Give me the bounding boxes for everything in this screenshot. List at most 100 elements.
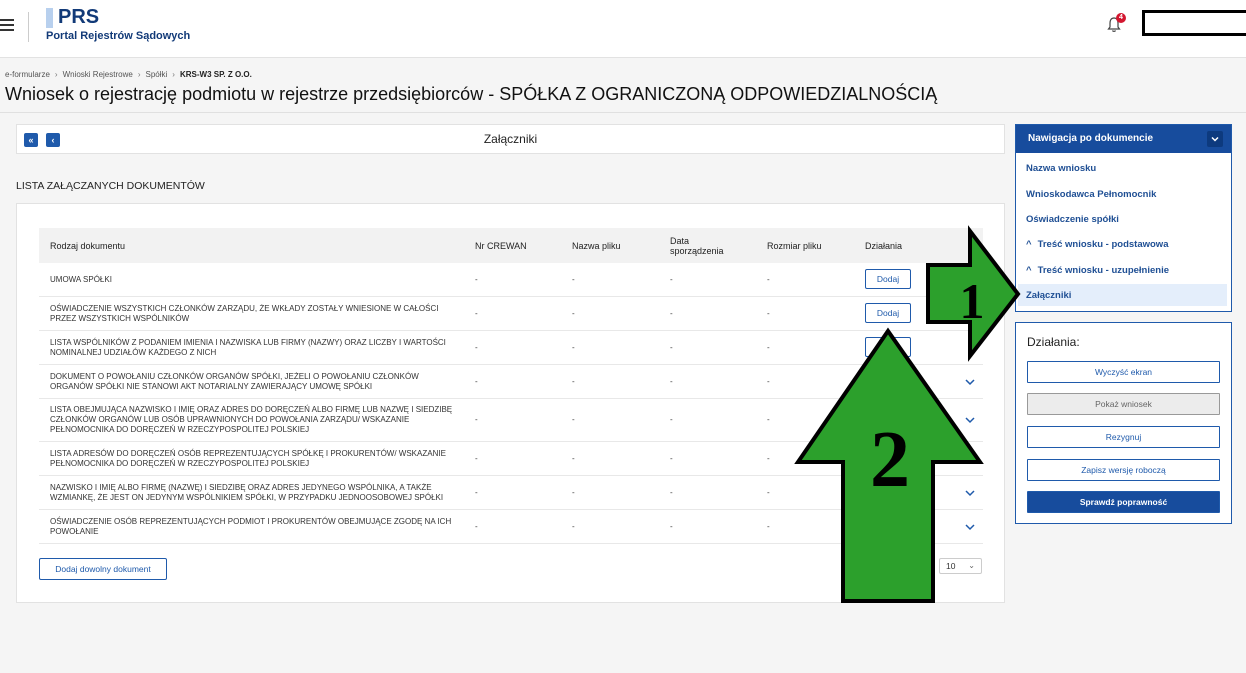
- file-name-cell: -: [572, 376, 575, 386]
- chevron-up-icon: ^: [1026, 265, 1032, 276]
- size-cell: -: [767, 487, 770, 497]
- breadcrumb-item[interactable]: Wnioski Rejestrowe: [63, 70, 133, 79]
- page-size-select[interactable]: 10 ⌄: [939, 558, 982, 574]
- chevron-down-icon[interactable]: [964, 487, 976, 499]
- section-header: « ‹ Załączniki: [16, 124, 1005, 154]
- column-header: Działania: [865, 240, 903, 251]
- notification-badge: 4: [1116, 13, 1126, 23]
- show-application-button[interactable]: Pokaż wniosek: [1027, 393, 1220, 415]
- chevron-down-icon[interactable]: [964, 414, 976, 426]
- size-cell: -: [767, 521, 770, 531]
- cancel-button[interactable]: Rezygnuj: [1027, 426, 1220, 448]
- nav-item-tresc-uzupelnienie[interactable]: ^ Treść wniosku - uzupełnienie: [1018, 259, 1227, 281]
- crewan-cell: -: [475, 376, 478, 386]
- logo-mark: [46, 8, 53, 28]
- table-row: OŚWIADCZENIE WSZYSTKICH CZŁONKÓW ZARZĄDU…: [39, 297, 983, 331]
- chevron-down-icon[interactable]: [964, 453, 976, 465]
- nav-item-zalaczniki[interactable]: Załączniki: [1018, 284, 1227, 306]
- documents-table-card: Rodzaj dokumentu Nr CREWAN Nazwa pliku D…: [16, 203, 1005, 603]
- date-cell: -: [670, 376, 673, 386]
- add-document-button[interactable]: Dodaj: [865, 303, 911, 323]
- document-type: NAZWISKO I IMIĘ ALBO FIRMĘ (NAZWĘ) I SIE…: [50, 482, 444, 502]
- size-cell: -: [767, 415, 770, 424]
- table-row: LISTA ADRESÓW DO DORĘCZEŃ OSÓB REPREZENT…: [39, 442, 983, 476]
- table-row: UMOWA SPÓŁKI - - - - Dodaj: [39, 263, 983, 297]
- file-name-cell: -: [572, 453, 575, 463]
- crewan-cell: -: [475, 487, 478, 497]
- size-cell: -: [767, 274, 770, 284]
- clear-screen-button[interactable]: Wyczyść ekran: [1027, 361, 1220, 383]
- nav-item-label: Treść wniosku - podstawowa: [1037, 239, 1169, 250]
- page-size-value: 10: [946, 561, 956, 571]
- add-document-button[interactable]: Dodaj: [865, 337, 911, 357]
- date-cell: -: [670, 487, 673, 497]
- add-document-button[interactable]: Dodaj: [865, 269, 911, 289]
- chevron-down-icon: ⌄: [968, 561, 975, 570]
- document-type: LISTA WSPÓLNIKÓW Z PODANIEM IMIENIA I NA…: [50, 337, 446, 357]
- crewan-cell: -: [475, 521, 478, 531]
- actions-title: Działania:: [1027, 335, 1080, 349]
- column-header: Nr CREWAN: [475, 240, 527, 251]
- document-type: OŚWIADCZENIE OSÓB REPREZENTUJĄCYCH PODMI…: [50, 516, 452, 536]
- table-header: Rodzaj dokumentu Nr CREWAN Nazwa pliku D…: [39, 228, 983, 263]
- date-cell: -: [670, 342, 673, 352]
- date-cell: -: [670, 453, 673, 463]
- top-bar: PRS Portal Rejestrów Sądowych 4: [0, 0, 1246, 58]
- document-type: DOKUMENT O POWOŁANIU CZŁONKÓW ORGANÓW SP…: [50, 371, 419, 391]
- nav-item-label: Treść wniosku - uzupełnienie: [1037, 265, 1170, 276]
- section-title: Załączniki: [483, 132, 538, 146]
- nav-panel-title: Nawigacja po dokumencie: [1028, 133, 1154, 144]
- size-cell: -: [767, 342, 770, 352]
- date-cell: -: [670, 274, 673, 284]
- divider: [0, 112, 1246, 113]
- nav-item-nazwa-wniosku[interactable]: Nazwa wniosku: [1018, 157, 1227, 179]
- chevron-down-icon[interactable]: [1207, 131, 1223, 147]
- nav-item-wnioskodawca[interactable]: Wnioskodawca Pełnomocnik: [1018, 183, 1227, 205]
- hamburger-menu-icon[interactable]: [0, 19, 14, 33]
- file-name-cell: -: [572, 521, 575, 531]
- file-name-cell: -: [572, 487, 575, 497]
- date-cell: -: [670, 521, 673, 531]
- document-type: UMOWA SPÓŁKI: [50, 274, 112, 284]
- file-name-cell: -: [572, 308, 575, 318]
- document-type: LISTA OBEJMUJĄCA NAZWISKO I IMIĘ ORAZ AD…: [50, 405, 453, 434]
- add-any-document-button[interactable]: Dodaj dowolny dokument: [39, 558, 167, 580]
- save-draft-button[interactable]: Zapisz wersję roboczą: [1027, 459, 1220, 481]
- breadcrumb-item[interactable]: e-formularze: [5, 70, 50, 79]
- table-row: LISTA OBEJMUJĄCA NAZWISKO I IMIĘ ORAZ AD…: [39, 399, 983, 442]
- divider: [28, 12, 29, 42]
- table-row: LISTA WSPÓLNIKÓW Z PODANIEM IMIENIA I NA…: [39, 331, 983, 365]
- nav-item-oswiadczenie[interactable]: Oświadczenie spółki: [1018, 208, 1227, 230]
- size-cell: -: [767, 376, 770, 386]
- page-title: Wniosek o rejestrację podmiotu w rejestr…: [5, 84, 938, 104]
- table-row: OŚWIADCZENIE OSÓB REPREZENTUJĄCYCH PODMI…: [39, 510, 983, 544]
- crewan-cell: -: [475, 274, 478, 284]
- crewan-cell: -: [475, 308, 478, 318]
- nav-panel-header[interactable]: Nawigacja po dokumencie: [1016, 125, 1231, 153]
- column-header: Rozmiar pliku: [767, 240, 822, 251]
- date-cell: -: [670, 415, 673, 424]
- crewan-cell: -: [475, 453, 478, 463]
- date-cell: -: [670, 308, 673, 318]
- validate-button[interactable]: Sprawdź poprawność: [1027, 491, 1220, 513]
- chevron-down-icon[interactable]: [964, 376, 976, 388]
- chevron-down-icon[interactable]: [964, 521, 976, 533]
- column-header: Nazwa pliku: [572, 240, 621, 251]
- document-type: LISTA ADRESÓW DO DORĘCZEŃ OSÓB REPREZENT…: [50, 448, 446, 468]
- nav-item-tresc-podstawowa[interactable]: ^ Treść wniosku - podstawowa: [1018, 233, 1227, 255]
- user-account-box[interactable]: [1142, 10, 1246, 36]
- column-header: Data sporządzenia: [670, 235, 724, 256]
- file-name-cell: -: [572, 342, 575, 352]
- file-name-cell: -: [572, 274, 575, 284]
- list-heading: LISTA ZAŁĄCZANYCH DOKUMENTÓW: [16, 180, 205, 192]
- document-type: OŚWIADCZENIE WSZYSTKICH CZŁONKÓW ZARZĄDU…: [50, 303, 439, 323]
- breadcrumb-current: KRS-W3 SP. Z O.O.: [179, 70, 252, 79]
- chevron-up-icon: ^: [1026, 239, 1032, 250]
- column-header: Rodzaj dokumentu: [50, 240, 126, 251]
- logo-title[interactable]: PRS: [58, 6, 99, 29]
- crewan-cell: -: [475, 415, 478, 424]
- size-cell: -: [767, 453, 770, 463]
- breadcrumb-item[interactable]: Spółki: [146, 70, 168, 79]
- breadcrumb: e-formularze › Wnioski Rejestrowe › Spółki › K…: [5, 70, 252, 79]
- logo-subtitle[interactable]: Portal Rejestrów Sądowych: [46, 30, 190, 42]
